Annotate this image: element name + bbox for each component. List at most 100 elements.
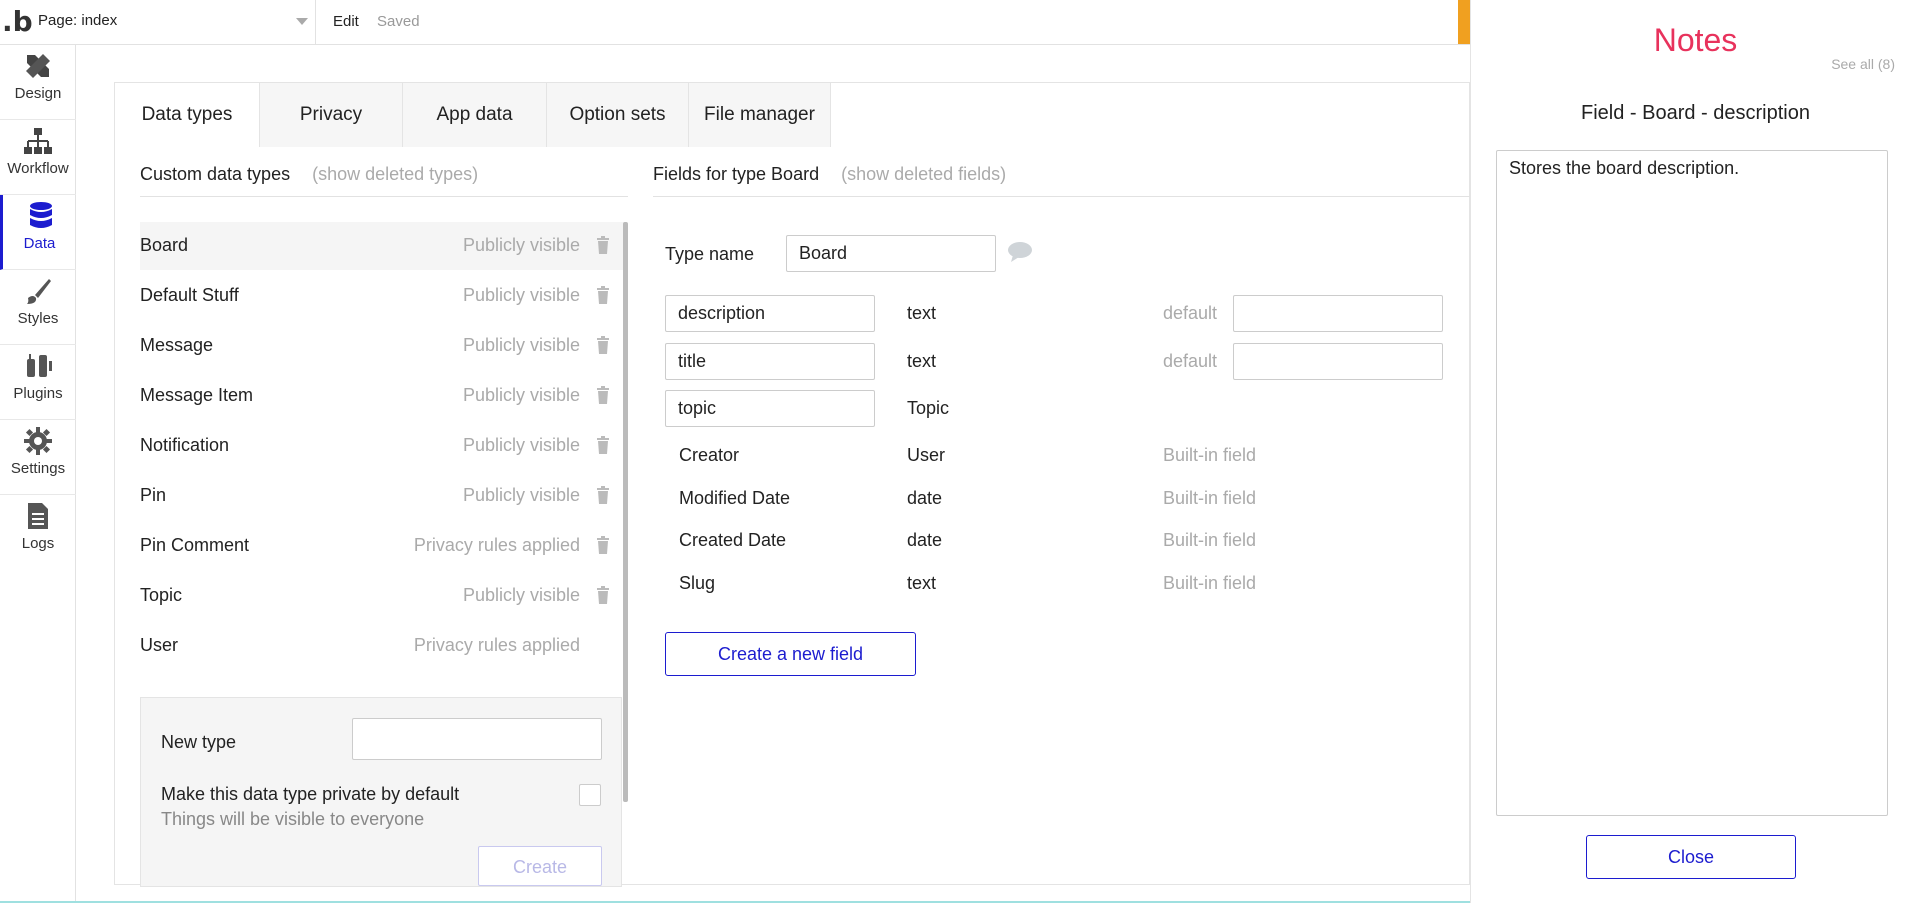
builtin-field-modified-date: Modified Date date Built-in field: [665, 480, 1445, 518]
tab-privacy[interactable]: Privacy: [260, 83, 403, 147]
plug-icon: [0, 345, 76, 385]
types-scrollbar[interactable]: [623, 222, 628, 802]
create-type-button[interactable]: Create: [478, 846, 602, 886]
private-default-label: Make this data type private by default: [161, 784, 460, 804]
type-row-topic[interactable]: Topic Publicly visible: [140, 572, 626, 620]
field-name-input[interactable]: description: [665, 295, 875, 332]
builtin-field-created-date: Created Date date Built-in field: [665, 522, 1445, 560]
comment-icon[interactable]: [1007, 241, 1033, 263]
upgrade-banner-edge[interactable]: [1458, 0, 1470, 44]
field-name: Modified Date: [679, 488, 791, 508]
field-type: text: [907, 573, 937, 593]
field-name-input[interactable]: title: [665, 343, 875, 380]
workflow-icon: [0, 120, 76, 160]
design-icon: [0, 45, 76, 85]
sidebar-item-data[interactable]: Data: [0, 195, 76, 270]
field-name-input[interactable]: topic: [665, 390, 875, 427]
type-visibility: Publicly visible: [462, 435, 580, 455]
type-name: Default Stuff: [140, 285, 239, 305]
trash-icon[interactable]: [596, 236, 610, 254]
database-icon: [3, 195, 79, 235]
type-row-pin[interactable]: Pin Publicly visible: [140, 472, 626, 520]
edit-menu[interactable]: Edit: [333, 13, 359, 30]
sidebar-item-label: Workflow: [7, 160, 69, 177]
page-selector[interactable]: Page: index: [38, 12, 308, 34]
custom-types-heading: Custom data types (show deleted types): [140, 164, 478, 185]
field-default-input[interactable]: [1233, 295, 1443, 332]
field-row-title: title text default: [665, 343, 1445, 381]
sidebar-item-label: Logs: [21, 535, 55, 552]
close-notes-button[interactable]: Close: [1586, 835, 1796, 879]
type-visibility: Publicly visible: [462, 385, 580, 405]
trash-icon[interactable]: [596, 486, 610, 504]
builtin-field-creator: Creator User Built-in field: [665, 437, 1445, 475]
builtin-label: Built-in field: [1163, 488, 1257, 508]
field-name: Creator: [679, 445, 740, 465]
type-name: Topic: [140, 585, 183, 605]
save-status: Saved: [377, 13, 420, 30]
bubble-logo[interactable]: .b: [2, 8, 33, 38]
type-name: Board: [140, 235, 189, 255]
builtin-label: Built-in field: [1163, 573, 1257, 593]
tab-app-data[interactable]: App data: [403, 83, 547, 147]
divider: [653, 196, 1470, 197]
sidebar-item-settings[interactable]: Settings: [0, 420, 76, 495]
type-name-input[interactable]: Board: [786, 235, 996, 272]
new-type-label: New type: [161, 732, 237, 752]
field-default-input[interactable]: [1233, 343, 1443, 380]
type-row-pin-comment[interactable]: Pin Comment Privacy rules applied: [140, 522, 626, 570]
private-default-checkbox[interactable]: [579, 784, 601, 806]
create-new-field-button[interactable]: Create a new field: [665, 632, 916, 676]
type-visibility: Publicly visible: [462, 285, 580, 305]
type-visibility: Publicly visible: [462, 335, 580, 355]
sidebar-item-label: Data: [23, 235, 56, 252]
private-default-hint: Things will be visible to everyone: [161, 809, 425, 829]
show-deleted-fields-link[interactable]: (show deleted fields): [841, 164, 1006, 184]
divider: [315, 0, 316, 45]
sidebar-item-design[interactable]: Design: [0, 45, 76, 120]
brush-icon: [0, 270, 76, 310]
type-row-user[interactable]: User Privacy rules applied: [140, 622, 626, 670]
see-all-notes-link[interactable]: See all (8): [1831, 56, 1895, 72]
field-row-topic: topic Topic: [665, 390, 1445, 428]
notes-title: Notes: [1653, 22, 1738, 58]
type-name-label: Type name: [665, 244, 755, 264]
divider: [140, 196, 628, 197]
show-deleted-types-link[interactable]: (show deleted types): [312, 164, 478, 184]
tab-file-manager[interactable]: File manager: [689, 83, 831, 147]
sidebar-item-styles[interactable]: Styles: [0, 270, 76, 345]
type-row-message[interactable]: Message Publicly visible: [140, 322, 626, 370]
trash-icon[interactable]: [596, 536, 610, 554]
builtin-label: Built-in field: [1163, 530, 1257, 550]
note-textarea[interactable]: Stores the board description.: [1496, 150, 1888, 816]
field-type: User: [907, 445, 946, 465]
type-row-board[interactable]: Board Publicly visible: [140, 222, 626, 270]
field-type[interactable]: text: [907, 303, 936, 324]
type-visibility: Privacy rules applied: [413, 635, 580, 655]
type-name: User: [140, 635, 179, 655]
sidebar-item-workflow[interactable]: Workflow: [0, 120, 76, 195]
type-row-message-item[interactable]: Message Item Publicly visible: [140, 372, 626, 420]
trash-icon[interactable]: [596, 336, 610, 354]
trash-icon[interactable]: [596, 586, 610, 604]
trash-icon[interactable]: [596, 436, 610, 454]
sidebar-item-logs[interactable]: Logs: [0, 495, 76, 570]
type-row-notification[interactable]: Notification Publicly visible: [140, 422, 626, 470]
sidebar-item-plugins[interactable]: Plugins: [0, 345, 76, 420]
builtin-field-slug: Slug text Built-in field: [665, 565, 1445, 603]
type-name: Message: [140, 335, 214, 355]
sidebar-item-label: Styles: [17, 310, 59, 327]
field-type: date: [907, 488, 943, 508]
type-row-default-stuff[interactable]: Default Stuff Publicly visible: [140, 272, 626, 320]
tab-data-types[interactable]: Data types: [115, 83, 260, 147]
field-type[interactable]: Topic: [907, 398, 949, 419]
custom-types-title: Custom data types: [140, 164, 291, 184]
trash-icon[interactable]: [596, 386, 610, 404]
trash-icon[interactable]: [596, 286, 610, 304]
field-type: date: [907, 530, 943, 550]
field-default-label: default: [1163, 351, 1218, 371]
new-type-input[interactable]: [352, 718, 602, 760]
editor-sidebar: Design Workflow Data Styles Plugins Sett…: [0, 45, 76, 903]
tab-option-sets[interactable]: Option sets: [547, 83, 689, 147]
field-type[interactable]: text: [907, 351, 936, 372]
